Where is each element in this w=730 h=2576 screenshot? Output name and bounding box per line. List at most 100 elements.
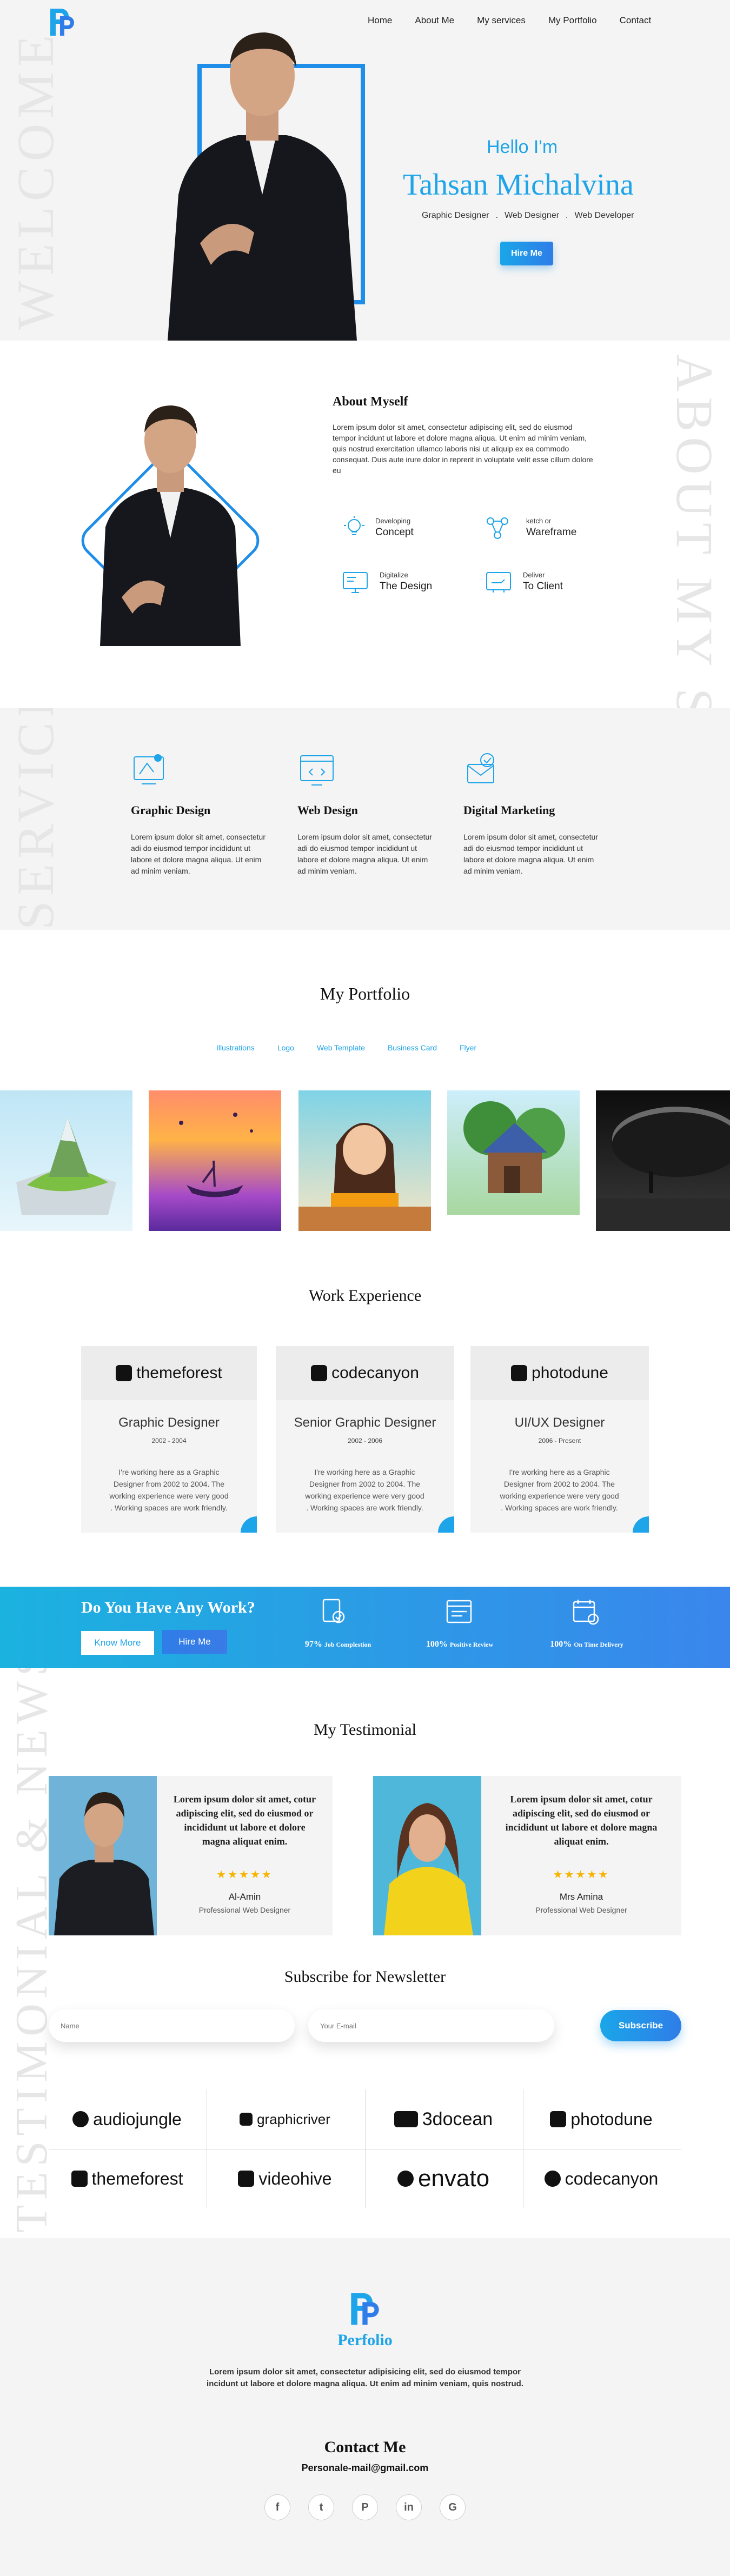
planet-illustration xyxy=(596,1107,730,1231)
portfolio-section: My Portfolio Illustrations Logo Web Temp… xyxy=(0,930,730,1238)
role-separator: . xyxy=(566,211,568,220)
portfolio-item[interactable] xyxy=(0,1090,132,1231)
feature-big: To Client xyxy=(523,581,563,592)
newsletter-email-input[interactable] xyxy=(308,2009,554,2042)
experience-brand: codecanyon xyxy=(331,1364,419,1382)
photodune-logo-icon xyxy=(511,1365,528,1381)
footer-text: Lorem ipsum dolor sit amet, consectetur … xyxy=(207,2367,523,2388)
experience-years: 2002 - 2006 xyxy=(347,1437,383,1445)
stat-label: Positive Review xyxy=(449,1641,494,1648)
brand-label: audiojungle xyxy=(93,2109,182,2129)
experience-years: 2006 - Present xyxy=(538,1437,581,1445)
experience-brand-bar: photodune xyxy=(470,1346,649,1400)
experience-section: Work Experience themeforest Graphic Desi… xyxy=(0,1238,730,1573)
feature-small: ketch or xyxy=(526,517,552,525)
brand-audiojungle[interactable]: audiojungle xyxy=(49,2089,205,2149)
experience-text: I're working here as a Graphic Designer … xyxy=(500,1468,619,1512)
hire-me-button[interactable]: Hire Me xyxy=(500,242,553,265)
cta-stat: 100% On Time Delivery xyxy=(533,1597,641,1657)
nav-contact[interactable]: Contact xyxy=(620,15,652,28)
logo-icon xyxy=(50,9,74,36)
service-digital-marketing: Digital Marketing Lorem ipsum dolor sit … xyxy=(463,750,609,902)
filter-web-template[interactable]: Web Template xyxy=(317,1043,365,1052)
3docean-icon xyxy=(394,2111,418,2127)
digital-marketing-icon xyxy=(467,753,494,783)
stat-value: 100% xyxy=(426,1640,448,1649)
stat-label: On Time Delivery xyxy=(574,1641,623,1648)
nav-services[interactable]: My services xyxy=(477,15,526,28)
site-logo[interactable] xyxy=(46,5,78,38)
feature-big: Wareframe xyxy=(526,527,577,538)
rating-stars: ★★★★★ xyxy=(553,1869,610,1881)
brand-graphicriver[interactable]: graphicriver xyxy=(207,2089,363,2149)
stat-label: Job Complestion xyxy=(324,1641,371,1648)
about-section: ABOUT MY SELF About Myself Lorem ipsum d… xyxy=(0,341,730,708)
testimonial-role: Professional Web Designer xyxy=(198,1906,291,1914)
experience-title: Work Experience xyxy=(308,1287,422,1304)
cta-stat: 97% Job Complestion xyxy=(287,1597,389,1657)
brand-label: photodune xyxy=(570,2109,653,2129)
role-web-designer: Web Designer xyxy=(504,211,560,220)
brand-codecanyon[interactable]: codecanyon xyxy=(523,2149,680,2208)
experience-role: UI/UX Designer xyxy=(514,1415,605,1430)
linkedin-icon[interactable]: in xyxy=(396,2494,422,2520)
experience-card: codecanyon Senior Graphic Designer 2002 … xyxy=(276,1346,454,1533)
brand-themeforest[interactable]: themeforest xyxy=(49,2149,205,2208)
brand-label: graphicriver xyxy=(257,2111,330,2127)
brand-videohive[interactable]: videohive xyxy=(207,2149,363,2208)
testimonial-name: Al-Amin xyxy=(228,1892,261,1902)
about-feature-design: Digitalize The Design xyxy=(342,568,461,600)
contact-email[interactable]: Personale-mail@gmail.com xyxy=(0,2462,730,2474)
testimonial-name: Mrs Amina xyxy=(559,1892,603,1902)
card-corner-accent xyxy=(241,1516,257,1533)
card-corner-accent xyxy=(438,1516,454,1533)
filter-logo[interactable]: Logo xyxy=(277,1043,294,1052)
filter-illustrations[interactable]: Illustrations xyxy=(216,1043,255,1052)
pinterest-icon[interactable]: P xyxy=(352,2494,378,2520)
nav-about[interactable]: About Me xyxy=(415,15,454,28)
subscribe-button[interactable]: Subscribe xyxy=(600,2010,681,2041)
positive-review-icon xyxy=(446,1600,472,1623)
feature-small: Digitalize xyxy=(380,571,408,579)
web-design-icon xyxy=(300,755,334,786)
service-title: Digital Marketing xyxy=(463,803,555,817)
portfolio-item[interactable] xyxy=(149,1090,281,1231)
twitter-icon[interactable]: t xyxy=(308,2494,334,2520)
filter-flyer[interactable]: Flyer xyxy=(460,1043,476,1052)
portfolio-filters: Illustrations Logo Web Template Business… xyxy=(216,1043,519,1052)
photodune-icon xyxy=(550,2111,567,2127)
nav-home[interactable]: Home xyxy=(368,15,392,28)
feature-small: Deliver xyxy=(523,571,545,579)
service-title: Web Design xyxy=(297,803,358,817)
testimonial-avatar xyxy=(49,1776,157,1935)
services-section: SERVICE Graphic Design Lorem ipsum dolor… xyxy=(0,708,730,930)
nav-portfolio[interactable]: My Portfolio xyxy=(548,15,597,28)
monitor-icon xyxy=(343,572,368,593)
treehouse-illustration xyxy=(463,1101,565,1193)
experience-brand: themeforest xyxy=(136,1364,222,1382)
footer-logo-text: Perfolio xyxy=(337,2331,393,2349)
cta-hire-me-button[interactable]: Hire Me xyxy=(162,1630,227,1654)
contact-title: Contact Me xyxy=(324,2438,406,2456)
filter-business-card[interactable]: Business Card xyxy=(388,1043,437,1052)
service-vertical-text: SERVICE xyxy=(6,708,64,930)
cta-stat: 100% Positive Review xyxy=(408,1597,511,1657)
portfolio-item[interactable] xyxy=(596,1090,730,1231)
google-icon[interactable]: G xyxy=(440,2494,466,2520)
brand-envato[interactable]: envato xyxy=(365,2149,522,2208)
brand-3docean[interactable]: 3docean xyxy=(365,2089,522,2149)
codecanyon-icon xyxy=(544,2171,561,2187)
portfolio-title: My Portfolio xyxy=(320,984,410,1003)
know-more-button[interactable]: Know More xyxy=(81,1631,154,1655)
portfolio-item[interactable] xyxy=(298,1090,431,1231)
graphic-design-icon xyxy=(134,754,164,784)
feature-big: Concept xyxy=(375,527,414,538)
about-portrait xyxy=(100,405,241,646)
facebook-icon[interactable]: f xyxy=(264,2494,290,2520)
portfolio-item[interactable] xyxy=(447,1090,580,1215)
about-title: About Myself xyxy=(333,395,408,409)
newsletter-name-input[interactable] xyxy=(49,2009,295,2042)
brand-photodune[interactable]: photodune xyxy=(523,2089,680,2149)
role-graphic-designer: Graphic Designer xyxy=(422,211,489,220)
footer-logo[interactable] xyxy=(346,2289,384,2327)
